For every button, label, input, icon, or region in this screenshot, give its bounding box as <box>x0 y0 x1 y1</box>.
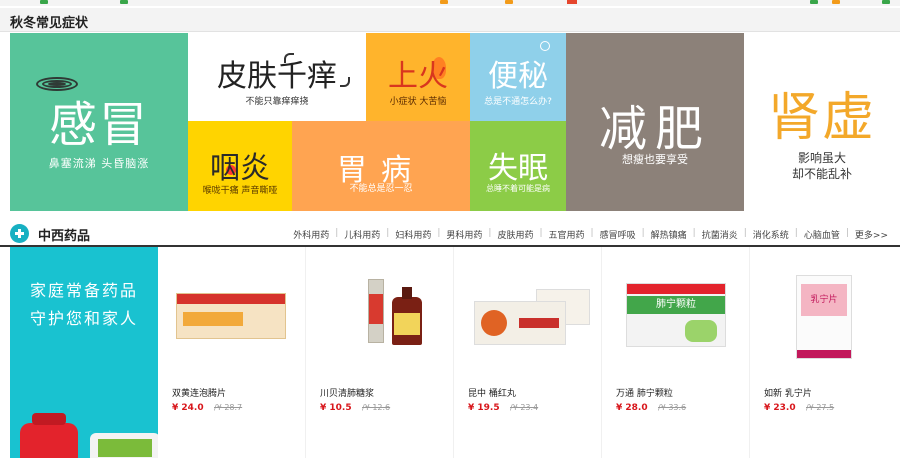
flower-icon <box>540 41 550 51</box>
orange-bookmark-icon[interactable] <box>832 0 840 4</box>
tile-kidney[interactable]: 肾虚 影响虽大 却不能乱补 <box>744 33 900 211</box>
product-old-price: /¥ 27.5 <box>806 403 835 412</box>
product-image[interactable] <box>316 261 444 371</box>
product-price: ¥ 10.5 <box>320 403 352 413</box>
category-link[interactable]: 感冒呼吸 <box>594 228 642 241</box>
category-link[interactable]: 儿科用药 <box>338 228 386 241</box>
green-bookmark-icon[interactable] <box>810 0 818 4</box>
tile-title: 肾虚 <box>767 88 876 148</box>
section-header: 秋冬常见症状 <box>0 8 900 32</box>
medical-cross-icon <box>10 224 29 243</box>
tile-subtitle: 不能总是忍一忍 <box>349 184 413 194</box>
product-card[interactable]: 肺宁颗粒 万通 肺宁颗粒 ¥ 28.0 /¥ 33.6 <box>602 247 750 458</box>
tile-subtitle: 却不能乱补 <box>791 167 852 181</box>
white-bottle-image <box>90 433 158 458</box>
package-label: 乳宁片 <box>801 284 847 316</box>
green-bookmark-icon[interactable] <box>40 0 48 4</box>
tile-title: 上火 <box>388 59 448 94</box>
product-card[interactable]: 乳宁片 如新 乳宁片 ¥ 23.0 /¥ 27.5 <box>750 247 898 458</box>
category-link[interactable]: 男科用药 <box>440 228 488 241</box>
product-old-price: /¥ 28.7 <box>214 403 243 412</box>
green-bookmark-icon[interactable] <box>882 0 890 4</box>
product-card[interactable]: 川贝清肺糖浆 ¥ 10.5 /¥ 12.6 <box>306 247 454 458</box>
category-link[interactable]: 皮肤用药 <box>491 228 539 241</box>
tile-subtitle: 喉咙干痛 声音嘶哑 <box>202 186 278 196</box>
tile-weight-loss[interactable]: 减肥 想瘦也要享受 <box>566 33 744 211</box>
package-label: 肺宁颗粒 <box>627 296 725 314</box>
category-link[interactable]: 五官用药 <box>543 228 591 241</box>
category-link[interactable]: 解热镇痛 <box>645 228 693 241</box>
product-price: ¥ 23.0 <box>764 403 796 413</box>
product-image[interactable] <box>168 261 296 371</box>
tile-constipation[interactable]: 便秘 总是不通怎么办? <box>470 33 566 121</box>
banner-line: 家庭常备药品 <box>30 281 139 300</box>
section-title: 秋冬常见症状 <box>10 16 89 31</box>
category-header: 中西药品 外科用药 | 儿科用药 | 妇科用药 | 男科用药 | 皮肤用药 | 五官用药 |… <box>0 222 900 247</box>
top-bar <box>0 0 900 6</box>
tile-title: 咽炎 <box>210 151 270 186</box>
more-link[interactable]: 更多>> <box>849 228 894 241</box>
category-links: 外科用药 | 儿科用药 | 妇科用药 | 男科用药 | 皮肤用药 | 五官用药 | 感冒呼吸… <box>287 228 894 241</box>
product-old-price: /¥ 12.6 <box>362 403 391 412</box>
tile-subtitle: 想瘦也要享受 <box>622 153 688 166</box>
product-old-price: /¥ 33.6 <box>658 403 687 412</box>
tile-subtitle: 影响虽大 <box>797 151 846 165</box>
tile-title: 感冒 <box>48 97 149 153</box>
tile-subtitle: 鼻塞流涕 头昏脑涨 <box>48 157 150 170</box>
tile-title: 便秘 <box>488 59 548 94</box>
product-card[interactable]: 昆中 桶红丸 ¥ 19.5 /¥ 23.4 <box>454 247 602 458</box>
tile-title: 失眠 <box>488 151 548 186</box>
promo-banner[interactable]: 家庭常备药品 守护您和家人 <box>10 247 158 458</box>
product-price: ¥ 24.0 <box>172 403 204 413</box>
product-old-price: /¥ 23.4 <box>510 403 539 412</box>
tile-title: 减肥 <box>598 101 711 157</box>
product-name[interactable]: 万通 肺宁颗粒 <box>616 386 673 399</box>
product-price: ¥ 19.5 <box>468 403 500 413</box>
tile-skin[interactable]: 皮肤千痒 不能只靠痒痒挠 <box>188 33 366 121</box>
banner-line: 守护您和家人 <box>30 309 139 328</box>
category-link[interactable]: 外科用药 <box>287 228 335 241</box>
tile-subtitle: 总是不通怎么办? <box>484 97 552 107</box>
product-name[interactable]: 双黄连泡腾片 <box>172 386 226 399</box>
tile-subtitle: 不能只靠痒痒挠 <box>245 97 309 107</box>
green-bookmark-icon[interactable] <box>120 0 128 4</box>
orange-bookmark-icon[interactable] <box>440 0 448 4</box>
product-name[interactable]: 昆中 桶红丸 <box>468 386 516 399</box>
category-link[interactable]: 妇科用药 <box>389 228 437 241</box>
product-image[interactable]: 肺宁颗粒 <box>612 261 740 371</box>
product-image[interactable]: 乳宁片 <box>760 261 888 371</box>
category-link[interactable]: 心脑血管 <box>798 228 846 241</box>
product-name[interactable]: 川贝清肺糖浆 <box>320 386 374 399</box>
product-price: ¥ 28.0 <box>616 403 648 413</box>
tile-fire[interactable]: 上火 小症状 大苦恼 <box>366 33 470 121</box>
category-title: 中西药品 <box>38 229 91 244</box>
tile-cold[interactable]: 感冒 鼻塞流涕 头昏脑涨 <box>10 33 188 211</box>
product-image[interactable] <box>464 261 592 371</box>
tile-throat[interactable]: 咽炎 喉咙干痛 声音嘶哑 <box>188 121 292 211</box>
product-card[interactable]: 双黄连泡腾片 ¥ 24.0 /¥ 28.7 <box>158 247 306 458</box>
tile-subtitle: 总睡不着可能是病 <box>486 184 550 193</box>
orange-bookmark-icon[interactable] <box>505 0 513 4</box>
product-name[interactable]: 如新 乳宁片 <box>764 386 812 399</box>
tile-subtitle: 小症状 大苦恼 <box>389 97 447 107</box>
category-link[interactable]: 消化系统 <box>747 228 795 241</box>
category-link[interactable]: 抗菌消炎 <box>696 228 744 241</box>
tile-insomnia[interactable]: 失眠 总睡不着可能是病 <box>470 121 566 211</box>
red-bottle-image <box>20 413 78 458</box>
tile-title: 皮肤千痒 <box>217 59 337 94</box>
tile-stomach[interactable]: 胃病 不能总是忍一忍 <box>292 121 470 211</box>
red-bookmark-icon[interactable] <box>567 0 577 4</box>
